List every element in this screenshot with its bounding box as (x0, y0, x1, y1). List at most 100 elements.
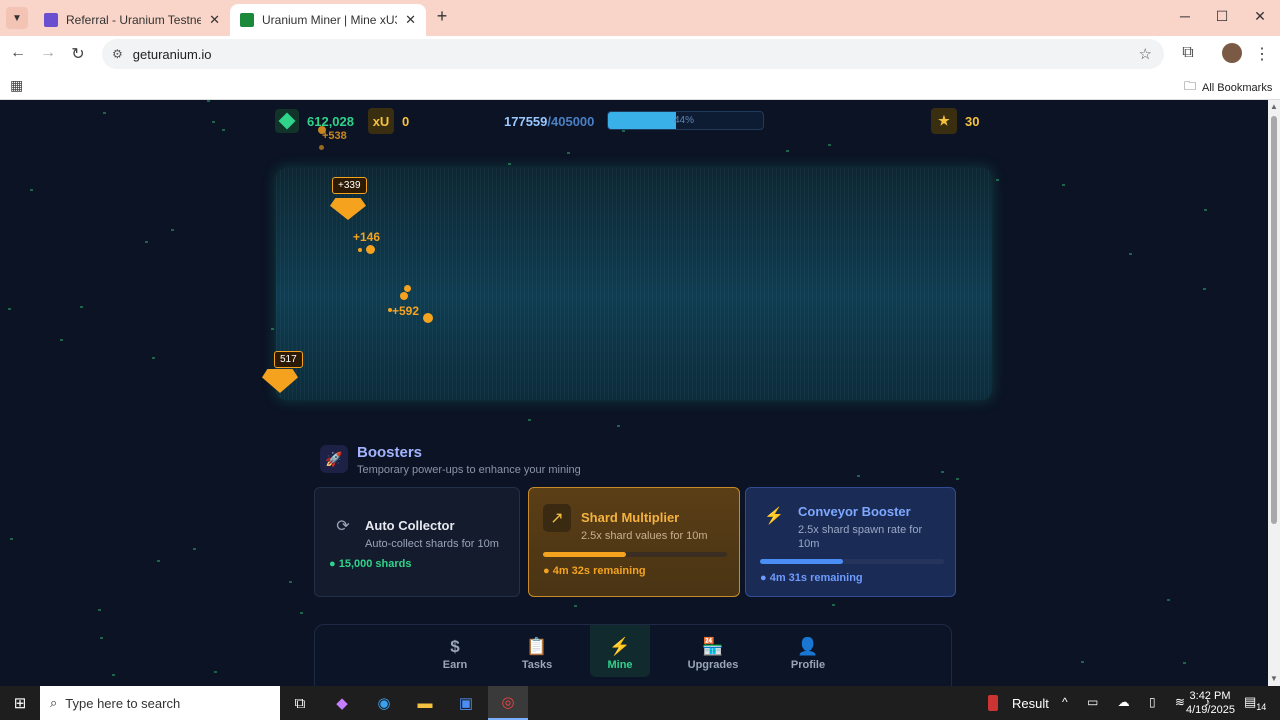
avatar[interactable] (1222, 43, 1242, 63)
shard-value-label: 517 (274, 351, 303, 368)
xu-counter: xU 0 (368, 108, 409, 134)
scroll-thumb[interactable] (1271, 116, 1277, 524)
edge-icon[interactable]: ◉ (372, 691, 396, 715)
scroll-up-arrow[interactable]: ▲ (1270, 102, 1278, 111)
menu-icon[interactable]: ⋮ (1252, 44, 1272, 64)
level-progress-text: 177559/405000 (504, 113, 595, 129)
background-sparkle (112, 674, 115, 676)
background-sparkle (574, 605, 577, 607)
booster-status: ● 15,000 shards (329, 558, 412, 570)
task-view-icon[interactable]: ⧉ (288, 691, 312, 715)
dollar-icon: $ (450, 637, 460, 656)
store-icon[interactable]: ▣ (454, 691, 478, 715)
uranium-favicon (44, 13, 58, 27)
nav-earn[interactable]: $ Earn (425, 637, 485, 671)
background-sparkle (528, 419, 531, 421)
background-sparkle (145, 241, 148, 243)
booster-status: ● 4m 32s remaining (543, 565, 646, 577)
minimize-button[interactable]: ─ (1175, 8, 1195, 24)
background-sparkle (80, 306, 83, 308)
mine-area[interactable]: +339 517 +146 +592 (262, 168, 992, 400)
booster-card-shard-multiplier[interactable]: ↗ Shard Multiplier 2.5x shard values for… (528, 487, 740, 597)
background-sparkle (567, 152, 570, 154)
background-sparkle (157, 560, 160, 562)
close-icon[interactable]: ✕ (209, 12, 220, 28)
boosters-icon: 🚀 (320, 445, 348, 473)
boosters-subtitle: Temporary power-ups to enhance your mini… (357, 464, 581, 476)
background-sparkle (622, 130, 625, 132)
shard-particle (366, 245, 375, 254)
uranium-favicon (240, 13, 254, 27)
booster-progress-track (760, 559, 944, 564)
taskbar-search[interactable]: ⌕ Type here to search (40, 686, 280, 720)
background-sparkle (271, 328, 274, 330)
reload-button[interactable]: ↻ (68, 44, 88, 64)
nav-upgrades[interactable]: 🏪 Upgrades (682, 637, 744, 671)
nav-profile[interactable]: 👤 Profile (778, 637, 838, 671)
page-scrollbar[interactable]: ▲ ▼ (1268, 100, 1280, 686)
background-sparkle (212, 121, 215, 123)
tab-referral[interactable]: Referral - Uranium Testnet | Mi ✕ (34, 4, 230, 36)
nav-tasks[interactable]: 📋 Tasks (507, 637, 567, 671)
bottom-nav: $ Earn 📋 Tasks ⚡ Mine 🏪 Upgrades 👤 Profile (314, 624, 952, 686)
all-bookmarks-button[interactable]: 🗀 All Bookmarks (1184, 77, 1272, 98)
tab-uranium-miner[interactable]: Uranium Miner | Mine xU3O8 T ✕ (230, 4, 426, 36)
chrome-icon[interactable]: ◎ (488, 686, 528, 720)
shard-particle (404, 285, 411, 292)
maximize-button[interactable]: ☐ (1212, 8, 1232, 25)
nba-icon (988, 695, 998, 711)
background-sparkle (617, 425, 620, 427)
level-progress-bar: 44% (607, 111, 764, 130)
background-sparkle (100, 637, 103, 639)
background-sparkle (508, 163, 511, 165)
background-sparkle (786, 150, 789, 152)
copilot-icon[interactable]: ◆ (330, 691, 354, 715)
background-sparkle (214, 671, 217, 673)
background-sparkle (996, 179, 999, 181)
background-sparkle (1081, 661, 1084, 663)
background-sparkle (1204, 209, 1207, 211)
background-sparkle (193, 548, 196, 550)
clock[interactable]: 3:42 PM 4/19/2025 (1186, 689, 1235, 717)
notifications-icon[interactable]: ▤14 (1244, 694, 1266, 712)
address-bar[interactable]: ⚙ geturanium.io ☆ (102, 39, 1164, 69)
store-icon: 🏪 (702, 637, 724, 656)
nba-result-widget[interactable]: Result (988, 695, 1049, 711)
background-sparkle (103, 112, 106, 114)
shard-particle (423, 313, 433, 323)
background-sparkle (941, 471, 944, 473)
extensions-icon[interactable]: ⧉ (1178, 44, 1198, 62)
background-sparkle (857, 475, 860, 477)
booster-card-auto-collector[interactable]: ⟳ Auto Collector Auto-collect shards for… (314, 487, 520, 597)
booster-status: ● 4m 31s remaining (760, 572, 863, 584)
close-icon[interactable]: ✕ (405, 12, 416, 28)
browser-toolbar: ← → ↻ ⚙ geturanium.io ☆ ⧉ ⋮ (0, 36, 1280, 70)
background-sparkle (1167, 599, 1170, 601)
star-icon: ★ (931, 108, 957, 134)
chevron-down-icon: ▼ (12, 12, 22, 24)
scroll-down-arrow[interactable]: ▼ (1270, 674, 1278, 683)
url-text: geturanium.io (132, 46, 212, 62)
close-window-button[interactable]: ✕ (1250, 8, 1270, 25)
floating-reward: +538 (322, 130, 347, 142)
floating-reward: +146 (353, 230, 381, 244)
nav-mine[interactable]: ⚡ Mine (590, 625, 650, 677)
background-sparkle (1183, 662, 1186, 664)
apps-icon[interactable]: ▦ (10, 77, 23, 94)
tab-search-button[interactable]: ▼ (6, 7, 28, 29)
booster-card-conveyor-booster[interactable]: ⚡ Conveyor Booster 2.5x shard spawn rate… (745, 487, 956, 597)
forward-button[interactable]: → (38, 44, 58, 62)
uranium-shard[interactable] (262, 369, 298, 393)
windows-start-icon[interactable]: ⊞ (8, 691, 32, 715)
trending-up-icon: ↗ (543, 504, 571, 532)
new-tab-button[interactable]: + (432, 6, 452, 27)
file-explorer-icon[interactable]: ▬ (413, 691, 437, 715)
background-sparkle (289, 581, 292, 583)
uranium-shard[interactable] (330, 198, 366, 220)
shard-particle (400, 292, 408, 300)
background-sparkle (207, 100, 210, 102)
background-sparkle (956, 478, 959, 480)
back-button[interactable]: ← (8, 44, 28, 62)
bookmark-star-icon[interactable]: ☆ (1139, 45, 1152, 63)
site-info-icon[interactable]: ⚙ (112, 47, 123, 61)
